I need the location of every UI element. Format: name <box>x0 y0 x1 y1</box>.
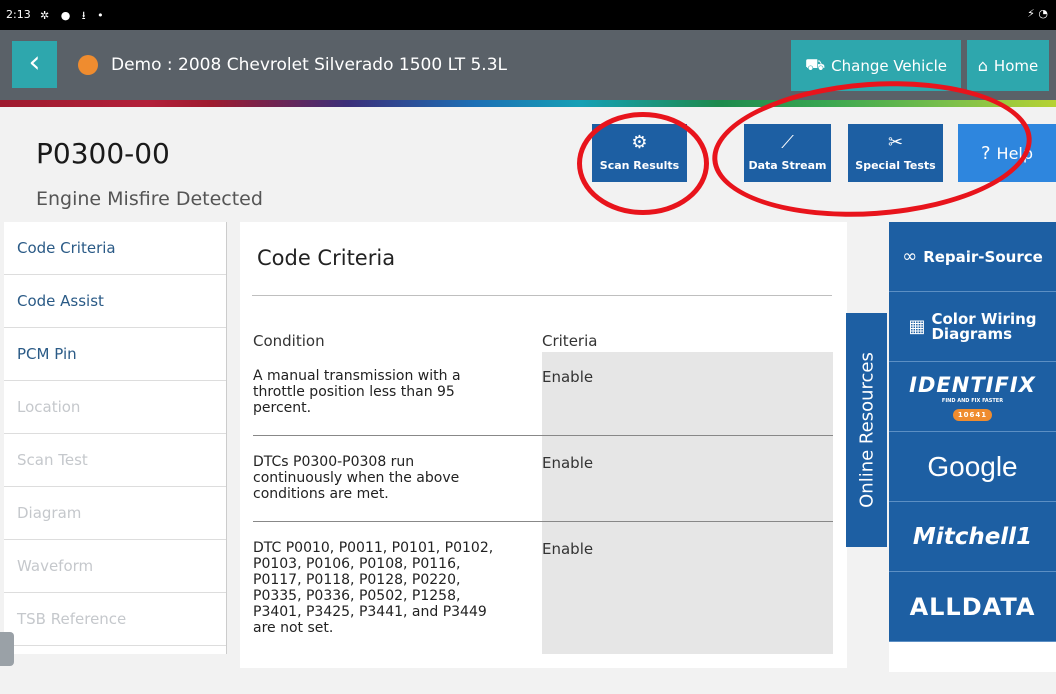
home-button[interactable]: ⌂ Home <box>967 40 1049 91</box>
identifix-badge: 10641 <box>952 408 993 421</box>
online-resources-label: Online Resources <box>856 352 877 508</box>
notification-icons: ✲ ● ⭳ • <box>40 9 108 22</box>
mitchell1-logo: Mitchell1 <box>912 523 1033 550</box>
annotation-circle-scan-results <box>577 112 709 215</box>
criteria-cell: Enable <box>542 368 594 386</box>
google-logo: Google <box>927 450 1018 482</box>
online-resources-tab[interactable]: Online Resources <box>846 313 887 547</box>
nav-label: TSB Reference <box>17 610 127 628</box>
wiring-diagram-icon: ▦ <box>908 316 926 337</box>
dtc-code: P0300-00 <box>36 137 170 170</box>
dtc-description: Engine Misfire Detected <box>36 188 263 210</box>
row-divider <box>253 521 833 522</box>
divider <box>252 295 832 296</box>
home-label: Home <box>993 56 1039 75</box>
criteria-cell: Enable <box>542 540 594 558</box>
column-header-criteria: Criteria <box>542 332 598 350</box>
repair-source-link[interactable]: ∞ Repair-Source <box>889 222 1056 292</box>
nav-item-diagram: Diagram <box>4 487 226 540</box>
nav-item-location: Location <box>4 381 226 434</box>
alldata-link[interactable]: ALLDATA <box>889 572 1056 642</box>
code-criteria-card: Code Criteria Condition Criteria A manua… <box>240 222 847 668</box>
nav-label: PCM Pin <box>17 345 77 363</box>
online-resources-panel: ∞ Repair-Source ▦ Color Wiring Diagrams … <box>889 222 1056 642</box>
alldata-logo: ALLDATA <box>909 592 1036 621</box>
nav-item-tsb-reference: TSB Reference <box>4 593 226 646</box>
nav-item-pcm-pin[interactable]: PCM Pin <box>4 328 226 381</box>
nav-label: Location <box>17 398 81 416</box>
status-bar: 2:13 ✲ ● ⭳ • ⚡ ◔ <box>0 0 1056 30</box>
nav-label: Waveform <box>17 557 94 575</box>
system-icons: ⚡ ◔ <box>1027 7 1048 20</box>
color-wiring-label: Color Wiring Diagrams <box>931 309 1037 343</box>
condition-cell: A manual transmission with a throttle po… <box>253 368 461 416</box>
google-link[interactable]: Google <box>889 432 1056 502</box>
nav-item-scan-test: Scan Test <box>4 434 226 487</box>
nav-item-code-criteria[interactable]: Code Criteria <box>4 222 226 275</box>
left-nav: Code Criteria Code Assist PCM Pin Locati… <box>4 222 227 654</box>
nav-item-code-assist[interactable]: Code Assist <box>4 275 226 328</box>
drawer-handle[interactable] <box>0 632 14 666</box>
clock: 2:13 <box>6 8 31 21</box>
handshake-icon: ∞ <box>902 246 918 267</box>
nav-label: Code Assist <box>17 292 104 310</box>
change-vehicle-label: Change Vehicle <box>831 56 947 75</box>
identifix-link[interactable]: IDENTIFIX FIND AND FIX FASTER 10641 <box>889 362 1056 432</box>
chevron-left-icon: ‹ <box>28 45 41 80</box>
nav-label: Code Criteria <box>17 239 116 257</box>
criteria-cell: Enable <box>542 454 594 472</box>
card-title: Code Criteria <box>257 246 396 270</box>
resources-footer <box>889 642 1056 672</box>
nav-item-waveform: Waveform <box>4 540 226 593</box>
car-icon: ⛟ <box>805 55 826 74</box>
row-divider <box>253 435 833 436</box>
vehicle-status-dot <box>78 55 98 75</box>
mitchell1-link[interactable]: Mitchell1 <box>889 502 1056 572</box>
color-wiring-link[interactable]: ▦ Color Wiring Diagrams <box>889 292 1056 362</box>
nav-label: Scan Test <box>17 451 88 469</box>
vehicle-title: Demo : 2008 Chevrolet Silverado 1500 LT … <box>111 55 507 75</box>
condition-cell: DTCs P0300-P0308 run continuously when t… <box>253 454 460 502</box>
identifix-logo: IDENTIFIX <box>909 372 1036 397</box>
home-icon: ⌂ <box>977 56 988 75</box>
criteria-column-band <box>542 352 833 654</box>
repair-source-label: Repair-Source <box>923 247 1043 266</box>
column-header-condition: Condition <box>253 332 325 350</box>
identifix-tagline: FIND AND FIX FASTER <box>941 397 1004 404</box>
nav-label: Diagram <box>17 504 82 522</box>
condition-cell: DTC P0010, P0011, P0101, P0102, P0103, P… <box>253 540 494 636</box>
back-button[interactable]: ‹ <box>12 41 57 88</box>
